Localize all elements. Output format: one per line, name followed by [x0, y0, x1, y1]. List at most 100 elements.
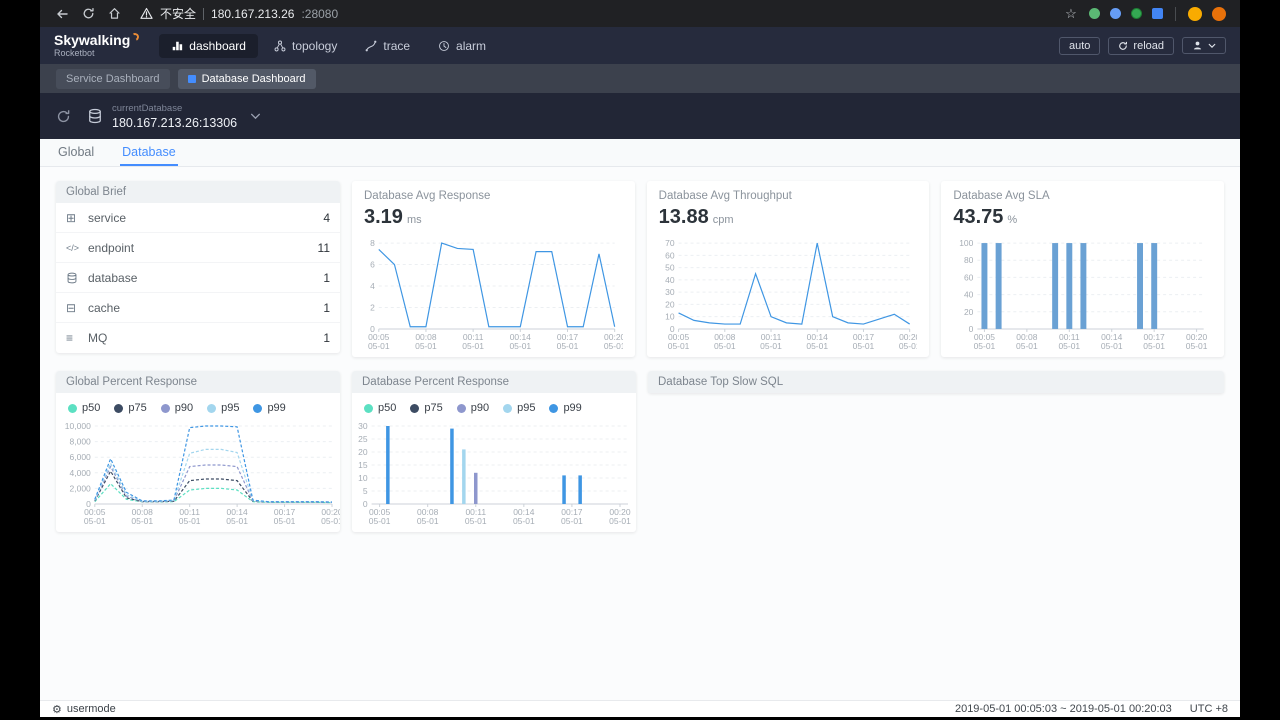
legend-p95[interactable]: p95 [207, 402, 239, 414]
mq-icon: ≡ [66, 331, 74, 345]
extension-icon[interactable] [1089, 8, 1100, 19]
brief-item-mq: ≡ MQ 1 [56, 323, 340, 353]
p95-dot-icon [207, 403, 217, 413]
legend-p99[interactable]: p99 [253, 402, 286, 414]
extension-icon[interactable] [1152, 8, 1163, 19]
brief-label: MQ [88, 331, 108, 345]
legend-p50[interactable]: p50 [68, 402, 100, 414]
tab-service-dashboard[interactable]: Service Dashboard [56, 68, 170, 89]
usermode-label[interactable]: usermode [67, 703, 116, 715]
legend-p75[interactable]: p75 [114, 402, 147, 414]
url-host: 180.167.213.26 [211, 6, 295, 21]
svg-text:2: 2 [370, 302, 375, 312]
p90-dot-icon [160, 403, 170, 413]
svg-text:15: 15 [358, 460, 368, 470]
refresh-icon[interactable] [56, 109, 71, 124]
legend-p90[interactable]: p90 [160, 402, 193, 414]
brief-item-endpoint: </> endpoint 11 [56, 233, 340, 263]
svg-text:05-01: 05-01 [604, 341, 623, 351]
gear-icon[interactable]: ⚙ [52, 703, 62, 716]
svg-text:4: 4 [370, 281, 375, 291]
nav-alarm[interactable]: alarm [426, 34, 498, 58]
database-selector[interactable]: currentDatabase 180.167.213.26:13306 [87, 103, 261, 130]
legend-p75[interactable]: p75 [410, 402, 443, 414]
brief-label: cache [88, 300, 121, 315]
svg-text:05-01: 05-01 [974, 341, 996, 351]
svg-text:05-01: 05-01 [760, 341, 782, 351]
svg-text:0: 0 [363, 499, 368, 509]
nav-dashboard[interactable]: dashboard [159, 33, 258, 58]
extension-icon[interactable] [1110, 8, 1121, 19]
svg-text:05-01: 05-01 [557, 341, 579, 351]
svg-text:05-01: 05-01 [513, 516, 535, 526]
app-logo[interactable]: Skywalking Rocketbot [54, 31, 141, 58]
p50-dot-icon [68, 403, 77, 413]
main-nav: dashboard topology trace alarm [159, 33, 498, 58]
svg-text:05-01: 05-01 [417, 516, 439, 526]
dashboard-tabs-bar: Service Dashboard Database Dashboard [40, 64, 1240, 93]
tab-database[interactable]: Database [120, 139, 178, 166]
svg-text:40: 40 [665, 275, 675, 285]
browser-reload-icon[interactable] [76, 3, 100, 25]
svg-text:05-01: 05-01 [179, 516, 201, 526]
address-bar[interactable]: 不安全 180.167.213.26:28080 [140, 5, 1057, 22]
legend-p95[interactable]: p95 [503, 402, 535, 414]
bookmark-star-icon[interactable]: ☆ [1059, 3, 1083, 25]
profile-avatar[interactable] [1188, 6, 1202, 21]
panel-title: Database Top Slow SQL [648, 371, 1224, 393]
logo-subtitle: Rocketbot [54, 48, 95, 58]
panel-title: Database Percent Response [352, 371, 636, 393]
auto-button[interactable]: auto [1059, 36, 1101, 55]
svg-text:40: 40 [964, 290, 974, 300]
p90-dot-icon [456, 403, 466, 413]
extension-icon[interactable] [1131, 8, 1142, 19]
nav-trace[interactable]: trace [353, 34, 422, 58]
trace-icon [365, 40, 377, 52]
svg-text:05-01: 05-01 [369, 516, 391, 526]
legend-p99[interactable]: p99 [549, 402, 582, 414]
legend-p90[interactable]: p90 [456, 402, 489, 414]
nav-topology[interactable]: topology [262, 34, 349, 58]
database-percent-chart: 05101520253000:0505-0100:0805-0100:1105-… [358, 421, 631, 526]
timezone[interactable]: UTC +8 [1190, 703, 1228, 715]
svg-text:05-01: 05-01 [368, 341, 390, 351]
panel-avg-response: Database Avg Response 3.19 ms 0 2 4 6 8 00:05 0… [352, 181, 635, 357]
back-icon[interactable] [50, 3, 74, 25]
tab-global[interactable]: Global [56, 139, 96, 166]
svg-text:10: 10 [358, 473, 368, 483]
address-separator [203, 7, 205, 20]
svg-text:05-01: 05-01 [1101, 341, 1123, 351]
svg-text:60: 60 [964, 272, 974, 282]
home-icon[interactable] [102, 3, 126, 25]
chevron-down-icon [1208, 42, 1216, 50]
svg-text:80: 80 [964, 255, 974, 265]
svg-text:05-01: 05-01 [1059, 341, 1081, 351]
database-toolbar: currentDatabase 180.167.213.26:13306 [40, 93, 1240, 139]
service-icon: ⊞ [66, 210, 77, 225]
database-icon [87, 108, 103, 124]
reload-button[interactable]: reload [1108, 36, 1174, 55]
svg-text:30: 30 [665, 287, 675, 297]
browser-menu-avatar[interactable] [1212, 6, 1226, 21]
svg-text:05-01: 05-01 [1016, 341, 1038, 351]
svg-text:05-01: 05-01 [226, 516, 248, 526]
p95-dot-icon [503, 403, 513, 413]
nav-label: topology [291, 38, 338, 53]
user-menu-button[interactable] [1182, 37, 1226, 54]
svg-text:05-01: 05-01 [84, 516, 106, 526]
brief-label: endpoint [88, 240, 135, 255]
dashboard-content: Global Brief ⊞ service 4 </> endpoint 11… [40, 167, 1240, 700]
metric-unit: ms [406, 214, 422, 226]
selector-texts: currentDatabase 180.167.213.26:13306 [112, 103, 237, 130]
metric-title: Database Avg Response [364, 190, 491, 202]
tab-database-dashboard[interactable]: Database Dashboard [177, 68, 316, 89]
legend-p50[interactable]: p50 [364, 402, 396, 414]
metric-value: 43.75 [953, 206, 1004, 228]
time-range[interactable]: 2019-05-01 00:05:03 ~ 2019-05-01 00:20:0… [955, 703, 1172, 715]
svg-text:2,000: 2,000 [70, 483, 92, 493]
panel-avg-throughput: Database Avg Throughput 13.88 cpm 0 10 20 30… [646, 181, 930, 357]
p50-dot-icon [364, 403, 373, 413]
nav-label: alarm [456, 38, 487, 53]
security-warning[interactable]: 不安全 [160, 5, 196, 22]
tab-label: Database Dashboard [201, 72, 306, 85]
